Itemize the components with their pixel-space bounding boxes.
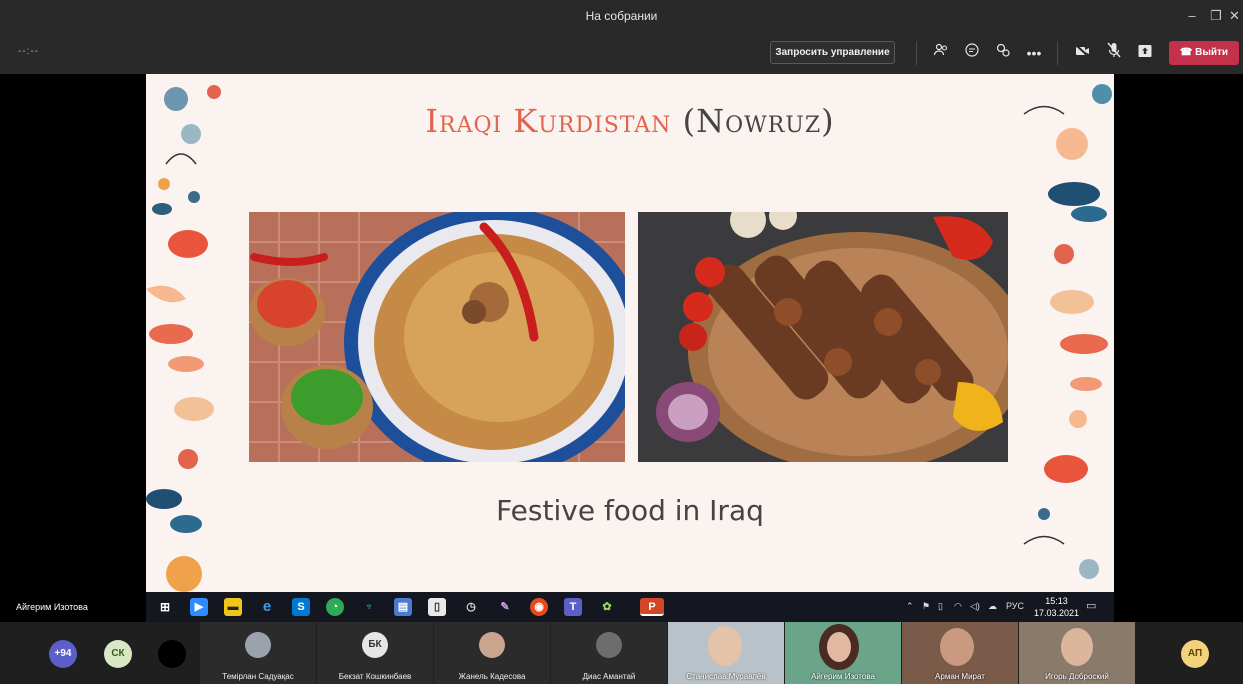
video-person <box>1061 628 1093 666</box>
participant-name: Айгерим Изотова <box>811 672 875 681</box>
more-participants-count[interactable]: +94 <box>49 640 77 668</box>
shared-screen-stage: Iraqi Kurdistan (Nowruz) Festive food in… <box>0 74 1243 622</box>
window-titlebar: На собрании – ❐ ✕ <box>0 0 1243 32</box>
close-icon[interactable]: ✕ <box>1226 6 1243 26</box>
wifi-icon[interactable]: ◠ <box>954 601 962 612</box>
chrome-browser-icon[interactable]: ◉ <box>530 598 548 616</box>
tray-apps-icon[interactable]: ⚑ <box>922 601 930 612</box>
video-person <box>940 628 974 666</box>
participant-tile[interactable]: Темірлан Садуақас <box>200 622 316 684</box>
skype-icon[interactable]: S <box>292 598 310 616</box>
slide-title: Iraqi Kurdistan (Nowruz) <box>146 102 1114 140</box>
whatsapp-icon[interactable]: ◔ <box>326 598 344 616</box>
participant-name: Станислав Муравлёв <box>686 672 766 681</box>
hangup-icon: ☎ <box>1179 47 1196 58</box>
network-app-icon[interactable]: ♆ <box>360 598 378 616</box>
participant-name: Игорь Доброский <box>1045 672 1109 681</box>
request-control-button[interactable]: Запросить управление <box>770 41 895 64</box>
participant-avatar[interactable]: АП <box>1181 640 1209 668</box>
mic-off-icon[interactable] <box>1103 42 1125 64</box>
cloud-icon[interactable]: ☁ <box>988 601 997 612</box>
notifications-icon[interactable]: ▭ <box>1086 599 1096 612</box>
reactions-icon[interactable] <box>992 42 1014 64</box>
participant-photo <box>479 632 505 658</box>
participant-photo <box>245 632 271 658</box>
calculator-icon[interactable]: ▤ <box>394 598 412 616</box>
participant-name: Темірлан Садуақас <box>222 672 294 681</box>
more-options-icon[interactable]: ••• <box>1023 42 1045 64</box>
paint-app-icon[interactable]: ✎ <box>496 598 514 616</box>
zoom-app-icon[interactable]: ▶ <box>190 598 208 616</box>
participants-strip: +94 СК Темірлан Садуақас БК Бекзат Кошки… <box>0 622 1243 684</box>
windows-start-icon[interactable]: ⊞ <box>156 598 174 616</box>
participant-video[interactable]: Станислав Муравлёв <box>668 622 784 684</box>
battery-icon[interactable]: ▯ <box>938 601 943 612</box>
clock-app-icon[interactable]: ◷ <box>462 598 480 616</box>
participant-name: Диас Амантай <box>582 672 636 681</box>
participant-tile[interactable]: Диас Амантай <box>551 622 667 684</box>
notepad-icon[interactable]: ▯ <box>428 598 446 616</box>
presenter-name: Айгерим Изотова <box>16 602 88 612</box>
powerpoint-icon[interactable]: P <box>640 598 664 616</box>
file-explorer-icon[interactable]: ▬ <box>224 598 242 616</box>
meeting-timer: --:-- <box>18 46 40 57</box>
restore-icon[interactable]: ❐ <box>1204 6 1228 26</box>
share-screen-icon[interactable] <box>1134 42 1156 64</box>
video-person <box>708 626 742 666</box>
kebab-photo <box>638 212 1008 462</box>
participant-video[interactable]: Игорь Доброский <box>1019 622 1135 684</box>
leave-label: Выйти <box>1195 47 1229 58</box>
participant-tile[interactable]: БК Бекзат Кошкинбаев <box>317 622 433 684</box>
participant-avatar[interactable] <box>158 640 186 668</box>
camera-off-icon[interactable] <box>1072 42 1094 64</box>
leave-button[interactable]: ☎ Выйти <box>1169 41 1239 65</box>
shared-taskbar: ⊞ ▶ ▬ e S ◔ ♆ ▤ ▯ ◷ ✎ ◉ T ✿ P ⌃ ⚑ ▯ ◠ ◁)… <box>146 592 1114 622</box>
participant-video[interactable]: Айгерим Изотова <box>785 622 901 684</box>
gimp-app-icon[interactable]: ✿ <box>598 598 616 616</box>
input-language[interactable]: РУС <box>1006 601 1024 611</box>
participant-tile[interactable]: Жанель Кадесова <box>434 622 550 684</box>
slide-title-main: Iraqi Kurdistan <box>425 102 672 140</box>
participant-photo <box>596 632 622 658</box>
slide-title-sub: (Nowruz) <box>682 102 835 140</box>
edge-browser-icon[interactable]: e <box>258 598 276 616</box>
video-face <box>827 632 851 662</box>
plov-photo <box>249 212 625 462</box>
meeting-toolbar: --:-- Запросить управление ••• ☎ Выйти <box>0 32 1243 74</box>
presentation-slide: Iraqi Kurdistan (Nowruz) Festive food in… <box>146 74 1114 592</box>
taskbar-clock[interactable]: 15:13 17.03.2021 <box>1034 595 1079 619</box>
participants-icon[interactable] <box>930 42 952 64</box>
toolbar-divider <box>916 41 917 65</box>
window-title: На собрании <box>585 9 658 23</box>
participant-video[interactable]: Арман Мират <box>902 622 1018 684</box>
volume-icon[interactable]: ◁) <box>970 601 980 612</box>
minimize-icon[interactable]: – <box>1180 6 1204 26</box>
toolbar-divider <box>1057 41 1058 65</box>
participant-avatar[interactable]: СК <box>104 640 132 668</box>
slide-caption: Festive food in Iraq <box>496 494 764 527</box>
participant-initials: БК <box>362 632 388 658</box>
tray-expand-icon[interactable]: ⌃ <box>906 601 914 612</box>
clock-date: 17.03.2021 <box>1034 608 1080 618</box>
clock-time: 15:13 <box>1045 596 1068 606</box>
participant-name: Жанель Кадесова <box>458 672 526 681</box>
participant-name: Арман Мират <box>935 672 985 681</box>
participant-name: Бекзат Кошкинбаев <box>338 672 412 681</box>
teams-app-icon[interactable]: T <box>564 598 582 616</box>
chat-icon[interactable] <box>961 42 983 64</box>
